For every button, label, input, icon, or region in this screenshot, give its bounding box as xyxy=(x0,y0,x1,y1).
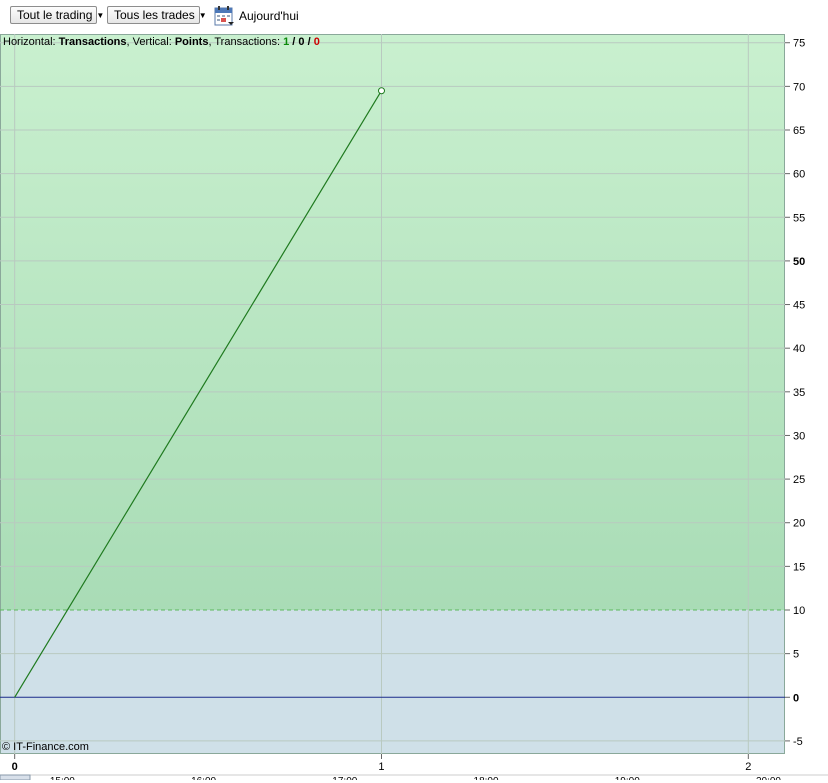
x-tick-label: 0 xyxy=(12,761,18,773)
transactions-label: Transactions: xyxy=(214,36,280,48)
horizontal-value: Transactions xyxy=(58,36,127,48)
time-label: 16:00 xyxy=(191,776,216,780)
y-tick-label: 15 xyxy=(793,561,805,573)
transactions-loss: 0 xyxy=(313,36,320,48)
copyright-text: © IT-Finance.com xyxy=(2,741,89,753)
y-tick-label: -5 xyxy=(793,736,803,748)
time-label: 19:00 xyxy=(615,776,640,780)
y-tick-label: 25 xyxy=(793,474,805,486)
y-tick-label: 40 xyxy=(793,343,805,355)
time-label: 17:00 xyxy=(332,776,357,780)
y-tick-label: 65 xyxy=(793,125,805,137)
y-tick-label: 75 xyxy=(793,38,805,50)
vertical-label: Vertical: xyxy=(132,36,172,48)
tx-separator: / xyxy=(292,36,296,48)
y-tick-label: 50 xyxy=(793,256,805,268)
time-label: 20:00 xyxy=(756,776,781,780)
loss-zone xyxy=(0,610,785,754)
chart-info-bar: Horizontal: Transactions, Vertical: Poin… xyxy=(3,36,320,48)
y-tick-label: 35 xyxy=(793,387,805,399)
y-tick-label: 0 xyxy=(793,692,799,704)
transactions-total: 1 xyxy=(283,36,290,48)
data-point xyxy=(377,87,385,95)
y-tick-label: 45 xyxy=(793,300,805,312)
x-tick-label: 2 xyxy=(745,761,751,773)
x-tick-label: 1 xyxy=(378,761,384,773)
y-tick-label: 30 xyxy=(793,430,805,442)
y-tick-label: 70 xyxy=(793,81,805,93)
y-tick-label: 20 xyxy=(793,518,805,530)
y-tick-label: 10 xyxy=(793,605,805,617)
time-label: 18:00 xyxy=(474,776,499,780)
vertical-value: Points xyxy=(174,36,209,48)
time-scroll-thumb[interactable] xyxy=(0,774,31,781)
y-tick-label: 5 xyxy=(793,649,799,661)
tx-separator: / xyxy=(307,36,311,48)
y-tick-label: 60 xyxy=(793,169,805,181)
profit-zone xyxy=(0,34,785,610)
equity-chart: 757065605550454035302520151050-501215:00… xyxy=(0,34,828,783)
y-tick-label: 55 xyxy=(793,212,805,224)
transactions-win: 0 xyxy=(298,36,305,48)
horizontal-label: Horizontal: xyxy=(3,36,56,48)
time-label: 15:00 xyxy=(50,776,75,780)
chart-container: 757065605550454035302520151050-501215:00… xyxy=(0,0,828,783)
